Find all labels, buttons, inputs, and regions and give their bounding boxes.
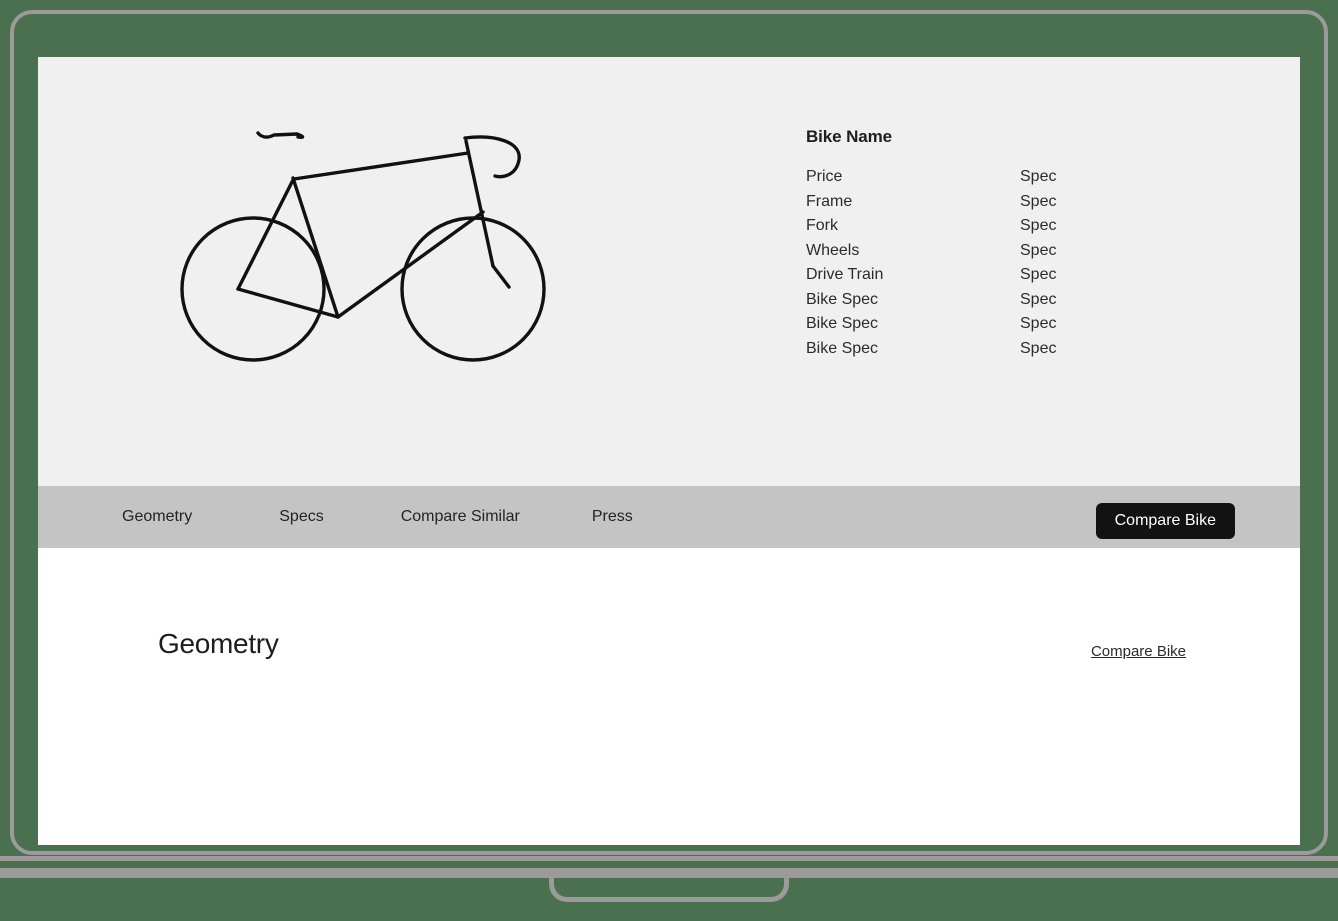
spec-row: Bike Spec Spec bbox=[806, 312, 1136, 337]
spec-value: Spec bbox=[1020, 315, 1057, 332]
spec-label: Bike Spec bbox=[806, 290, 879, 308]
spec-value: Spec bbox=[1020, 168, 1057, 185]
spec-label: Fork bbox=[806, 217, 838, 234]
spec-value: Spec bbox=[1020, 241, 1057, 259]
compare-bike-button[interactable]: Compare Bike bbox=[1095, 503, 1235, 539]
spec-value: Spec bbox=[1020, 339, 1057, 357]
bicycle-illustration bbox=[150, 112, 610, 387]
section-navbar: Geometry Specs Compare Similar Press Com… bbox=[38, 486, 1300, 548]
compare-bike-link[interactable]: Compare Bike bbox=[1091, 643, 1186, 660]
spec-label: Price bbox=[806, 168, 843, 185]
nav-tab-list: Geometry Specs Compare Similar Press bbox=[38, 508, 633, 526]
spec-label: Drive Train bbox=[806, 266, 884, 283]
spec-value: Spec bbox=[1020, 217, 1057, 234]
spec-label: Bike Spec bbox=[806, 339, 879, 357]
nav-tab-geometry[interactable]: Geometry bbox=[122, 508, 192, 526]
geometry-title: Geometry bbox=[158, 628, 279, 659]
geometry-section: Geometry Compare Bike Bike Term Size Siz… bbox=[38, 548, 1300, 845]
spec-row: Wheels Spec bbox=[806, 239, 1136, 264]
spec-value: Spec bbox=[1020, 192, 1057, 210]
nav-tab-press[interactable]: Press bbox=[592, 508, 633, 526]
product-spec-panel: Bike Name Price Spec Frame Spec Fork Spe… bbox=[806, 127, 1136, 361]
spec-row: Price Spec bbox=[806, 165, 1136, 190]
product-name: Bike Name bbox=[806, 127, 893, 146]
spec-label: Bike Spec bbox=[806, 315, 879, 332]
spec-label: Frame bbox=[806, 192, 853, 210]
spec-label: Wheels bbox=[806, 241, 860, 259]
geometry-header: Geometry Compare Bike bbox=[158, 628, 1186, 660]
spec-row: Fork Spec bbox=[806, 214, 1136, 239]
hero-section: Bike Name Price Spec Frame Spec Fork Spe… bbox=[38, 57, 1300, 486]
spec-row: Frame Spec bbox=[806, 190, 1136, 215]
spec-row: Drive Train Spec bbox=[806, 263, 1136, 288]
browser-viewport: Bike Name Price Spec Frame Spec Fork Spe… bbox=[38, 57, 1300, 845]
nav-tab-specs[interactable]: Specs bbox=[279, 508, 323, 526]
spec-value: Spec bbox=[1020, 290, 1057, 308]
device-hinge bbox=[0, 856, 1338, 861]
spec-row: Bike Spec Spec bbox=[806, 337, 1136, 362]
spec-row: Bike Spec Spec bbox=[806, 288, 1136, 313]
spec-value: Spec bbox=[1020, 266, 1057, 283]
device-base-notch bbox=[549, 876, 789, 902]
nav-tab-compare-similar[interactable]: Compare Similar bbox=[401, 508, 520, 526]
